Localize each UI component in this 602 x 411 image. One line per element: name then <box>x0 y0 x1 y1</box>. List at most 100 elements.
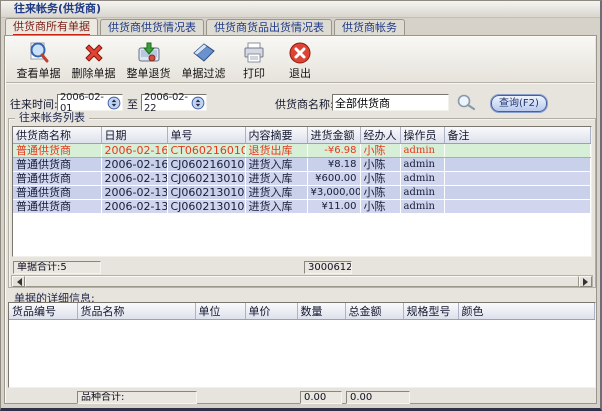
toolbar-button-label: 删除单据 <box>72 67 116 80</box>
table-cell: 普通供货商 <box>13 172 101 186</box>
right-arrow-icon <box>583 278 592 286</box>
table-row[interactable]: 普通供货商2006-02-13CJ060213010002进货入库¥3,000,… <box>13 186 591 200</box>
scroll-left-button[interactable] <box>12 276 25 287</box>
table-cell: ¥600.00 <box>307 172 360 186</box>
horizontal-scrollbar[interactable] <box>11 275 593 288</box>
table-cell: -¥6.98 <box>307 144 360 158</box>
table-cell: 小陈 <box>360 158 400 172</box>
table-cell: 进货入库 <box>245 200 307 214</box>
table-cell: 普通供货商 <box>13 158 101 172</box>
date-from-field[interactable]: 2006-02-01 <box>57 94 123 111</box>
table-cell <box>444 186 591 200</box>
table-row[interactable]: 普通供货商2006-02-13CJ060213010001进货入库¥11.00小… <box>13 200 591 214</box>
table-cell: CT060216010001 <box>167 144 245 158</box>
column-header[interactable]: 经办人 <box>360 127 400 144</box>
window-supplier-accounts: 往来帐务(供货商) 供货商所有单据 供货商供货情况表 供货商货品出货情况表 供货… <box>0 0 602 411</box>
toolbar-button-label: 退出 <box>289 67 311 80</box>
tab-supplier-all-docs[interactable]: 供货商所有单据 <box>5 18 98 35</box>
print-icon <box>241 40 267 67</box>
table-cell: ¥3,000,000 <box>307 186 360 200</box>
date-spinner-icon <box>191 96 205 110</box>
accounts-grid-container: 供货商名称日期单号内容摘要进货金额经办人操作员备注 普通供货商2006-02-1… <box>12 126 592 257</box>
exit-button[interactable]: 退出 <box>277 39 323 81</box>
column-header[interactable]: 供货商名称 <box>13 127 101 144</box>
column-header[interactable]: 内容摘要 <box>245 127 307 144</box>
column-header[interactable]: 规格型号 <box>403 303 458 320</box>
table-cell: 2006-02-13 <box>101 200 167 214</box>
table-cell: admin <box>400 186 444 200</box>
column-header[interactable]: 货品编号 <box>9 303 77 320</box>
table-cell: 小陈 <box>360 200 400 214</box>
supplier-search-icon[interactable] <box>454 93 478 115</box>
table-cell: ¥11.00 <box>307 200 360 214</box>
detail-header-row: 货品编号货品名称单位单价数量总金额规格型号颜色 <box>9 303 595 320</box>
scroll-right-button[interactable] <box>579 276 592 287</box>
table-cell: CJ060213010001 <box>167 200 245 214</box>
supplier-name-label: 供货商名称: <box>275 96 334 113</box>
qty-total-value: 0.00 <box>300 391 342 404</box>
delete-doc-icon <box>81 40 107 67</box>
filter-doc-button[interactable]: 单据过滤 <box>176 39 231 81</box>
date-to-field[interactable]: 2006-02-22 <box>141 94 207 111</box>
tab-supplier-supply-report[interactable]: 供货商供货情况表 <box>100 19 204 35</box>
column-header[interactable]: 日期 <box>101 127 167 144</box>
window-title: 往来帐务(供货商) <box>14 2 101 15</box>
scrollbar-thumb[interactable] <box>25 276 579 287</box>
table-cell: 2006-02-16 <box>101 158 167 172</box>
table-cell: CJ060213010002 <box>167 186 245 200</box>
table-cell: 2006-02-13 <box>101 186 167 200</box>
table-cell <box>444 144 591 158</box>
query-button-label: 查询(F2) <box>499 98 539 109</box>
tab-label: 供货商货品出货情况表 <box>214 21 324 34</box>
table-cell <box>444 158 591 172</box>
tab-page: 查看单据 删除单据 整 <box>4 35 597 404</box>
column-header[interactable]: 货品名称 <box>77 303 195 320</box>
table-cell: 小陈 <box>360 186 400 200</box>
table-cell: 普通供货商 <box>13 186 101 200</box>
detail-grid-container: 货品编号货品名称单位单价数量总金额规格型号颜色 <box>8 302 596 388</box>
amount-total-value: 3000612.20 <box>304 261 352 274</box>
return-order-button[interactable]: 整单退货 <box>121 39 176 81</box>
table-cell: 2006-02-13 <box>101 172 167 186</box>
tab-label: 供货商所有单据 <box>13 20 90 36</box>
date-to-label: 至 <box>127 96 138 113</box>
view-doc-button[interactable]: 查看单据 <box>11 39 66 81</box>
table-row[interactable]: 普通供货商2006-02-16CT060216010001退货出库-¥6.98小… <box>13 144 591 158</box>
toolbar-button-label: 打印 <box>243 67 265 80</box>
table-cell: 小陈 <box>360 172 400 186</box>
column-header[interactable]: 总金额 <box>345 303 403 320</box>
column-header[interactable]: 进货金额 <box>307 127 360 144</box>
table-cell: CJ060216010001 <box>167 158 245 172</box>
column-header[interactable]: 单位 <box>195 303 245 320</box>
table-cell: ¥8.18 <box>307 158 360 172</box>
tab-label: 供货商帐务 <box>342 21 397 34</box>
table-cell: admin <box>400 172 444 186</box>
accounts-header-row: 供货商名称日期单号内容摘要进货金额经办人操作员备注 <box>13 127 591 144</box>
column-header[interactable]: 单号 <box>167 127 245 144</box>
print-button[interactable]: 打印 <box>231 39 277 81</box>
column-header[interactable]: 操作员 <box>400 127 444 144</box>
supplier-name-input[interactable] <box>332 94 449 111</box>
column-header[interactable]: 备注 <box>444 127 591 144</box>
accounts-table: 供货商名称日期单号内容摘要进货金额经办人操作员备注 普通供货商2006-02-1… <box>13 127 591 214</box>
toolbar: 查看单据 删除单据 整 <box>6 37 595 83</box>
table-cell <box>444 200 591 214</box>
view-doc-icon <box>26 40 52 67</box>
column-header[interactable]: 数量 <box>297 303 345 320</box>
query-button[interactable]: 查询(F2) <box>491 95 547 112</box>
table-row[interactable]: 普通供货商2006-02-13CJ060213010003进货入库¥600.00… <box>13 172 591 186</box>
table-cell: 2006-02-16 <box>101 144 167 158</box>
table-cell: admin <box>400 158 444 172</box>
table-row[interactable]: 普通供货商2006-02-16CJ060216010001进货入库¥8.18小陈… <box>13 158 591 172</box>
toolbar-button-label: 单据过滤 <box>182 67 226 80</box>
column-header[interactable]: 颜色 <box>458 303 595 320</box>
tab-supplier-goods-out-report[interactable]: 供货商货品出货情况表 <box>206 19 332 35</box>
docs-total-count: 单据合计:5 <box>13 261 101 274</box>
column-header[interactable]: 单价 <box>245 303 297 320</box>
delete-doc-button[interactable]: 删除单据 <box>66 39 121 81</box>
toolbar-button-label: 查看单据 <box>17 67 61 80</box>
tab-label: 供货商供货情况表 <box>108 21 196 34</box>
filter-doc-icon <box>191 40 217 67</box>
tab-supplier-accounts[interactable]: 供货商帐务 <box>334 19 405 35</box>
return-order-icon <box>136 40 162 67</box>
